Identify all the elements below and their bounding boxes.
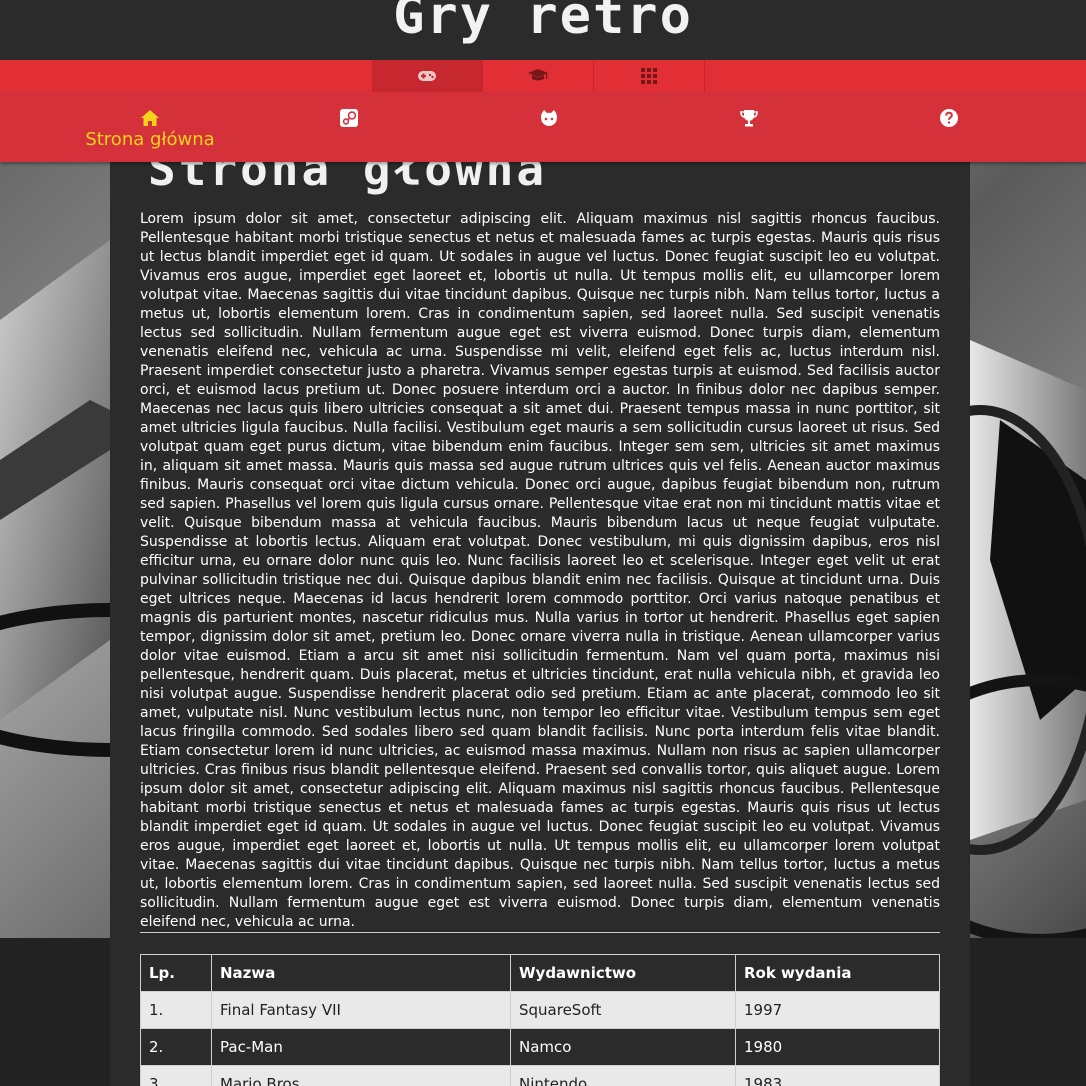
table-row: 3. Mario Bros. Nintendo 1983 [140, 1065, 940, 1086]
divider [140, 932, 940, 933]
github-icon [541, 110, 557, 126]
question-icon [940, 109, 958, 127]
cell-name: Final Fantasy VII [211, 991, 511, 1029]
cell-name: Pac-Man [211, 1028, 511, 1066]
table-row: 2. Pac-Man Namco 1980 [140, 1028, 940, 1066]
games-table: Lp. Nazwa Wydawnictwo Rok wydania 1. Fin… [140, 954, 940, 1086]
top-tab-bar [0, 60, 1086, 92]
site-header: Gry retro [0, 0, 1086, 60]
graduation-cap-icon [528, 69, 548, 81]
cell-lp: 2. [140, 1028, 212, 1066]
home-icon [141, 110, 159, 126]
steam-icon [340, 109, 358, 127]
column-header-year[interactable]: Rok wydania [735, 954, 940, 992]
tab-education[interactable] [483, 60, 594, 92]
nav-item-home[interactable]: Strona główna [50, 92, 250, 162]
cell-year: 1997 [735, 991, 940, 1029]
table-row: 1. Final Fantasy VII SquareSoft 1997 [140, 991, 940, 1029]
site-title: Gry retro [393, 0, 693, 46]
main-navigation: Strona główna [0, 92, 1086, 162]
cell-year: 1983 [735, 1065, 940, 1086]
tab-apps[interactable] [594, 60, 705, 92]
nav-item-label: Strona główna [85, 129, 215, 150]
cell-year: 1980 [735, 1028, 940, 1066]
nav-item-github[interactable] [449, 92, 649, 162]
cell-publisher: SquareSoft [510, 991, 736, 1029]
column-header-publisher[interactable]: Wydawnictwo [510, 954, 736, 992]
table-header-row: Lp. Nazwa Wydawnictwo Rok wydania [140, 954, 940, 992]
cell-publisher: Namco [510, 1028, 736, 1066]
column-header-lp[interactable]: Lp. [140, 954, 212, 992]
cell-lp: 3. [140, 1065, 212, 1086]
trophy-icon [740, 110, 758, 127]
cell-name: Mario Bros. [211, 1065, 511, 1086]
grid-icon [641, 68, 657, 84]
nav-item-trophy[interactable] [649, 92, 849, 162]
column-header-name[interactable]: Nazwa [211, 954, 511, 992]
body-text: Lorem ipsum dolor sit amet, consectetur … [140, 211, 940, 930]
nav-item-steam[interactable] [249, 92, 449, 162]
cell-lp: 1. [140, 991, 212, 1029]
page: Gry retro Strona główna Strona główna Lo… [0, 0, 1086, 1086]
content-panel: Strona główna Lorem ipsum dolor sit amet… [110, 142, 970, 1086]
cell-publisher: Nintendo [510, 1065, 736, 1086]
gamepad-icon [418, 71, 436, 81]
nav-item-help[interactable] [849, 92, 1049, 162]
tab-games[interactable] [372, 60, 483, 92]
